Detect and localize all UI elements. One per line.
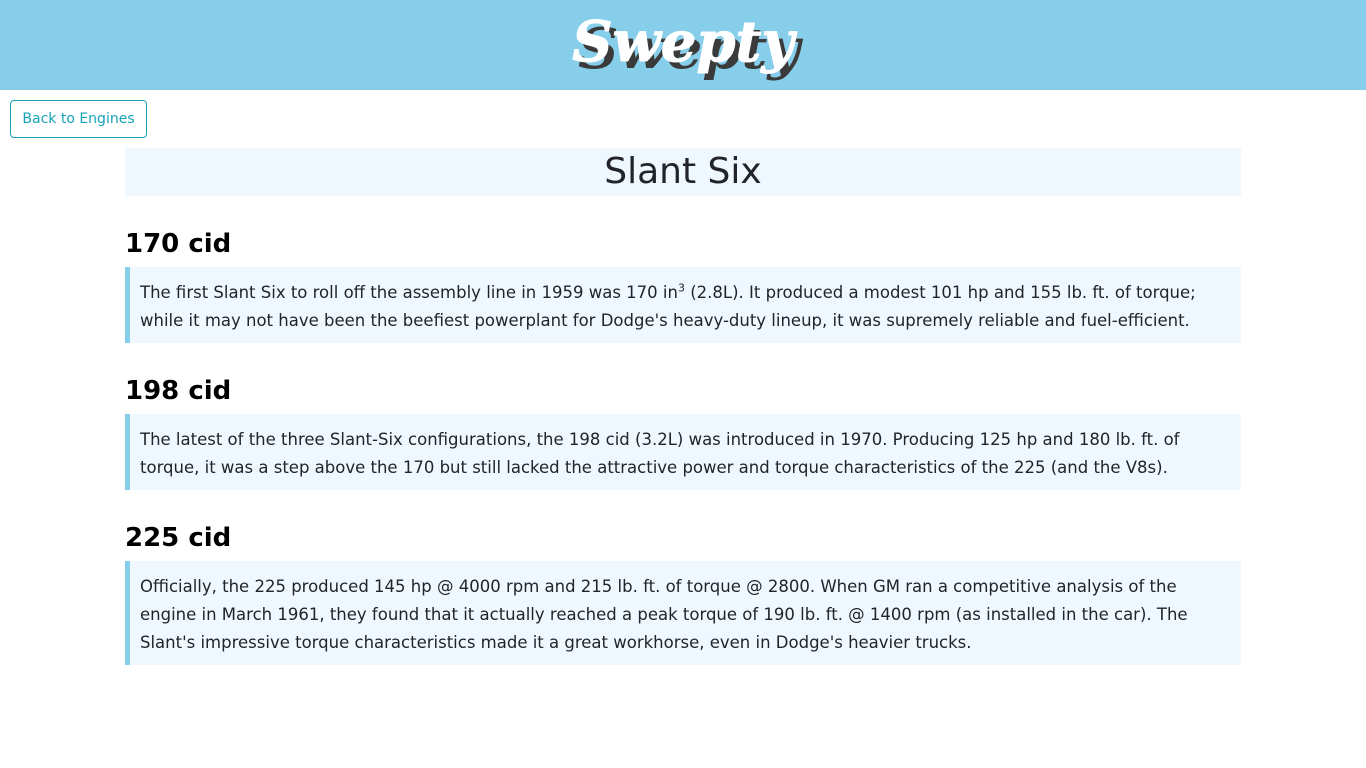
site-header: Swepty Swepty: [0, 0, 1366, 90]
back-to-engines-button[interactable]: Back to Engines: [10, 100, 147, 138]
section-heading-170: 170 cid: [125, 229, 232, 259]
section-heading-225: 225 cid: [125, 523, 232, 553]
svg-text:Swepty: Swepty: [572, 9, 797, 75]
page-title: Slant Six: [604, 151, 762, 192]
swepty-logo[interactable]: Swepty Swepty: [0, 0, 1366, 90]
superscript-cubed: 3: [677, 281, 685, 295]
section-body-170: The first Slant Six to roll off the asse…: [125, 267, 1241, 343]
section-text-170-part1: The first Slant Six to roll off the asse…: [140, 283, 678, 302]
section-heading-198: 198 cid: [125, 376, 232, 406]
section-body-225: Officially, the 225 produced 145 hp @ 40…: [125, 561, 1241, 665]
section-body-198: The latest of the three Slant-Six config…: [125, 414, 1241, 490]
page-title-banner: Slant Six: [125, 148, 1241, 196]
